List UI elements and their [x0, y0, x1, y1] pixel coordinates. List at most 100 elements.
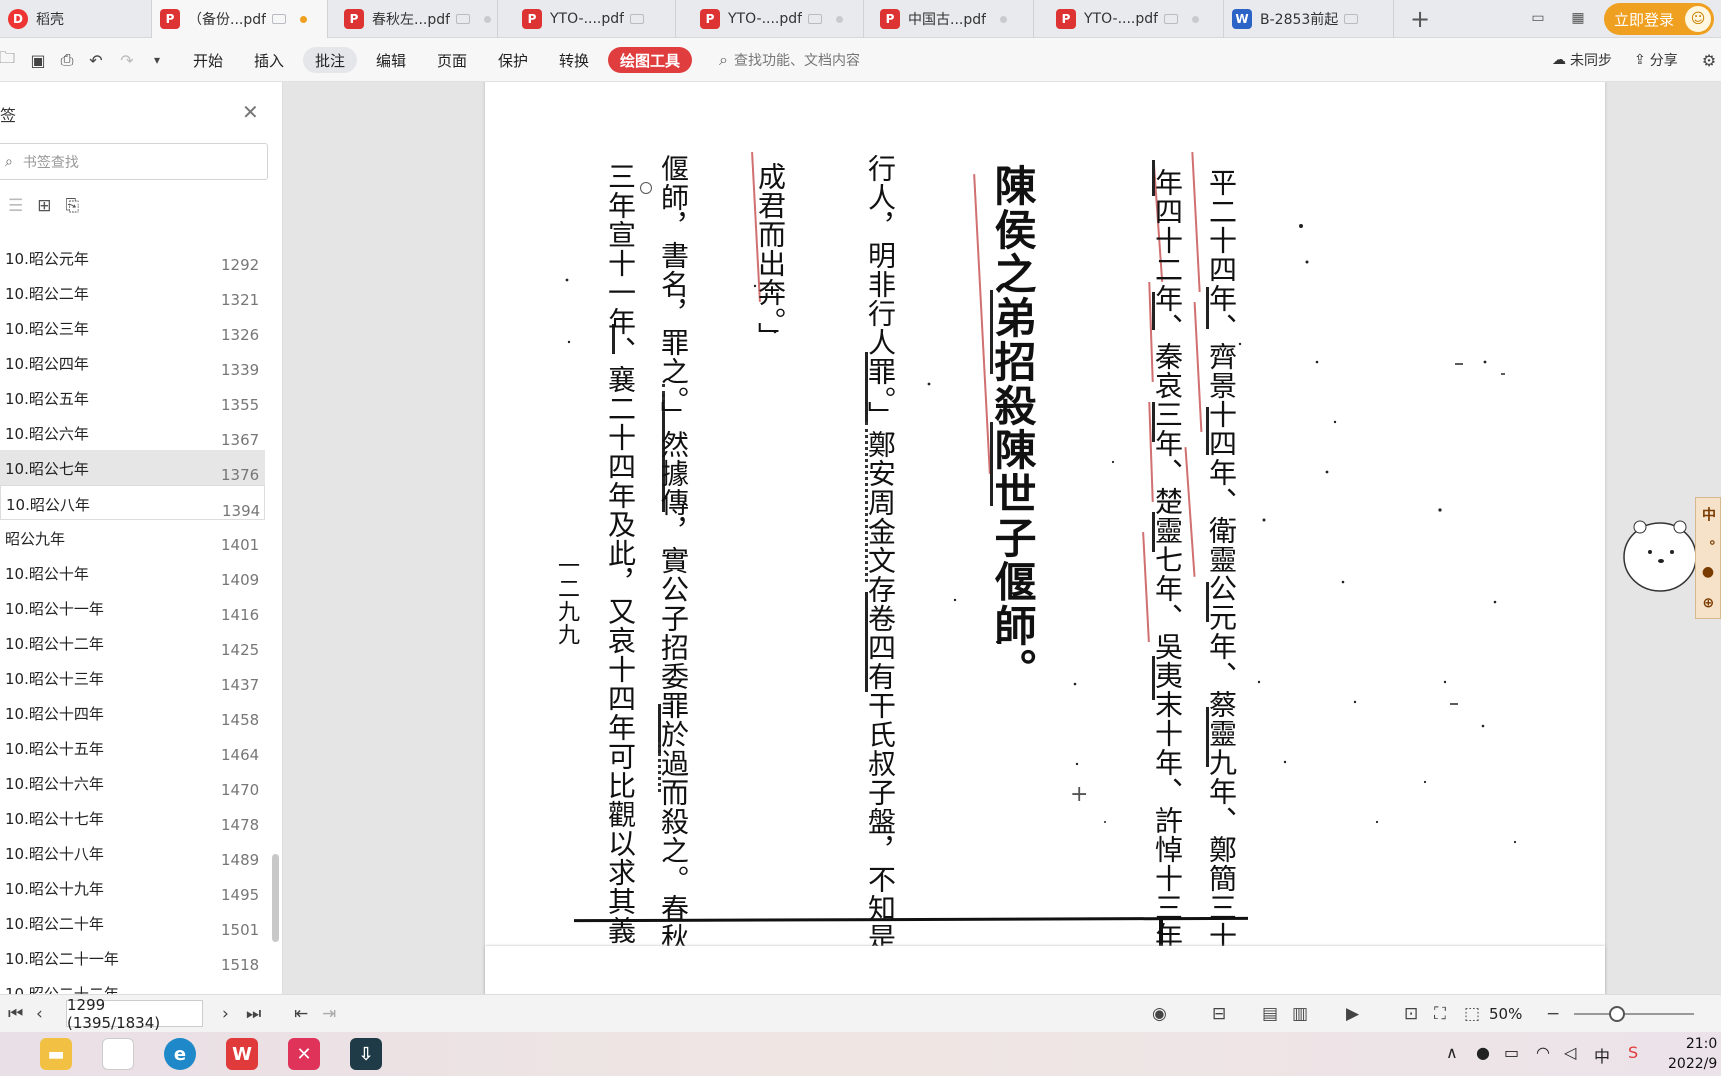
save-icon[interactable]: ▣ — [27, 49, 49, 71]
two-page-icon[interactable]: ▥ — [1292, 1004, 1308, 1024]
bookmark-item[interactable]: 10.昭公十八年 1489 — [0, 835, 265, 870]
tab-pdf[interactable]: P YTO-....pdf — [692, 0, 864, 38]
sync-status[interactable]: ☁ 未同步 — [1552, 47, 1612, 73]
bookmark-item[interactable]: 10.昭公十二年 1425 — [0, 625, 265, 660]
bookmark-item[interactable]: 10.昭公十三年 1437 — [0, 660, 265, 695]
ime-indicator[interactable]: 中 — [1594, 1043, 1610, 1067]
xmind-icon[interactable]: ✕ — [288, 1038, 320, 1070]
battery-icon[interactable]: ▭ — [1504, 1043, 1519, 1062]
tab-pdf[interactable]: P 中国古...pdf — [872, 0, 1034, 38]
zoom-level[interactable]: 50% — [1489, 1005, 1522, 1023]
bookmark-page-number: 1376 — [221, 466, 260, 484]
tab-docer[interactable]: D 稻壳 — [0, 0, 152, 38]
bookmark-item[interactable]: 10.昭公二十一年 1518 — [0, 940, 265, 975]
play-slideshow-icon[interactable]: ▶ — [1346, 1004, 1359, 1024]
continuous-scroll-icon[interactable]: ⊟ — [1212, 1004, 1226, 1024]
menu-page[interactable]: 页面 — [426, 47, 478, 73]
edge-browser-icon[interactable]: e — [164, 1038, 196, 1070]
bookmark-search-input[interactable]: ⌕ 书签查找 — [0, 143, 268, 180]
bookmark-item[interactable]: 10.昭公十四年 1458 — [0, 695, 265, 730]
actual-size-icon[interactable]: ⊡ — [1404, 1004, 1418, 1024]
scrollbar[interactable] — [272, 854, 279, 942]
menu-protect[interactable]: 保护 — [487, 47, 539, 73]
tab-pdf[interactable]: P 春秋左...pdf — [336, 0, 498, 38]
first-page-icon[interactable]: ⏮ — [8, 1004, 23, 1024]
assistant-mascot[interactable]: 中 ° ● ⊕ — [1620, 497, 1721, 619]
redo-icon[interactable]: ↷ — [116, 49, 138, 71]
bookmark-item[interactable]: 10.昭公十七年 1478 — [0, 800, 265, 835]
bookmark-item[interactable]: 10.昭公五年 1355 — [0, 380, 265, 415]
new-tab-button[interactable]: + — [1405, 4, 1435, 34]
tab-pdf[interactable]: P YTO-....pdf — [514, 0, 676, 38]
wps-icon[interactable]: W — [226, 1038, 258, 1070]
blank-document-icon[interactable] — [102, 1038, 134, 1070]
download-app-icon[interactable]: ⇩ — [350, 1038, 382, 1070]
bookmark-item[interactable]: 10.昭公八年 1394 — [0, 485, 265, 520]
document-viewer[interactable]: 平二十四年、齊景十四年、衛靈公元年、蔡靈九年、鄭簡三十二 年四十二年、秦哀三年、… — [283, 82, 1721, 994]
fit-page-icon[interactable]: ⛶ — [1434, 1004, 1446, 1024]
page-number-input[interactable]: 1299 (1395/1834) — [66, 996, 203, 1032]
forward-icon[interactable]: ⇥ — [322, 1004, 336, 1024]
menu-drawing-tools[interactable]: 绘图工具 — [608, 47, 692, 73]
zoom-slider[interactable] — [1574, 1013, 1694, 1015]
volume-icon[interactable]: ◁ — [1564, 1043, 1576, 1062]
collapse-bookmarks-icon[interactable]: ☰ — [8, 196, 23, 216]
bookmark-item[interactable]: 10.昭公十六年 1470 — [0, 765, 265, 800]
login-button[interactable]: 立即登录 ☺ — [1604, 3, 1714, 35]
close-icon[interactable]: ✕ — [242, 100, 259, 124]
print-icon[interactable]: ⎙ — [56, 49, 78, 71]
bookmark-item[interactable]: 10.昭公二十年 1501 — [0, 905, 265, 940]
bookmark-item[interactable]: 10.昭公十一年 1416 — [0, 590, 265, 625]
bookmark-item[interactable]: 昭公九年 1401 — [0, 520, 265, 555]
bookmark-item[interactable]: 10.昭公七年 1376 — [0, 450, 265, 485]
tablet-mode-icon[interactable]: ▭ — [1528, 8, 1548, 28]
menu-edit[interactable]: 编辑 — [365, 47, 417, 73]
grid-apps-icon[interactable]: ▦ — [1568, 8, 1588, 28]
open-folder-icon[interactable]: 🗀 — [0, 48, 18, 71]
bookmark-item[interactable]: 10.昭公二年 1321 — [0, 275, 265, 310]
fit-width-icon[interactable]: ⬚ — [1464, 1004, 1480, 1024]
bookmark-icon[interactable]: ⎘ — [66, 196, 80, 216]
back-icon[interactable]: ⇤ — [294, 1004, 308, 1024]
system-clock[interactable]: 21:0 2022/9 — [1668, 1034, 1717, 1074]
bookmark-item[interactable]: 10.昭公十五年 1464 — [0, 730, 265, 765]
tray-expand-icon[interactable]: ∧ — [1446, 1043, 1458, 1062]
zoom-slider-knob[interactable] — [1609, 1006, 1625, 1022]
next-page-icon[interactable]: › — [222, 1004, 229, 1024]
undo-icon[interactable]: ↶ — [85, 49, 107, 71]
tab-pdf[interactable]: P YTO-....pdf — [1048, 0, 1224, 38]
menu-annotate[interactable]: 批注 — [303, 47, 357, 73]
menu-convert[interactable]: 转换 — [548, 47, 600, 73]
close-dot-icon[interactable] — [484, 15, 492, 23]
bookmark-item[interactable]: 10.昭公十年 1409 — [0, 555, 265, 590]
bookmark-item[interactable]: 10.昭公四年 1339 — [0, 345, 265, 380]
annotation-anchor-icon[interactable] — [640, 182, 652, 194]
microphone-icon[interactable]: ● — [1476, 1043, 1490, 1062]
ime-status-tag[interactable]: 中 ° ● ⊕ — [1695, 497, 1721, 619]
bookmark-item[interactable]: 10.昭公元年 1292 — [0, 240, 265, 275]
feature-search[interactable]: ⌕ 查找功能、文档内容 — [719, 47, 860, 73]
add-bookmark-icon[interactable]: ⊞ — [37, 196, 51, 216]
tab-word[interactable]: W B-2853前起 — [1224, 0, 1394, 38]
close-dot-icon[interactable] — [1192, 15, 1200, 23]
sogou-input-icon[interactable]: S — [1628, 1043, 1638, 1062]
wifi-icon[interactable]: ◠ — [1536, 1043, 1550, 1062]
share-button[interactable]: ⇪ 分享 — [1634, 47, 1678, 73]
close-dot-icon[interactable] — [1000, 15, 1008, 23]
menu-insert[interactable]: 插入 — [243, 47, 295, 73]
bookmark-item[interactable]: 10.昭公三年 1326 — [0, 310, 265, 345]
settings-gear-icon[interactable]: ⚙ — [1698, 49, 1720, 71]
avatar-icon: ☺ — [1685, 6, 1711, 32]
close-dot-icon[interactable] — [836, 15, 844, 23]
file-explorer-icon[interactable]: ▬ — [40, 1038, 72, 1070]
single-page-icon[interactable]: ▤ — [1262, 1004, 1278, 1024]
bookmark-item[interactable]: 10.昭公六年 1367 — [0, 415, 265, 450]
eye-protection-icon[interactable]: ◉ — [1152, 1004, 1167, 1024]
zoom-out-icon[interactable]: − — [1546, 1004, 1560, 1024]
more-chevron-icon[interactable]: ▾ — [146, 49, 168, 71]
prev-page-icon[interactable]: ‹ — [36, 1004, 43, 1024]
last-page-icon[interactable]: ⏭ — [246, 1004, 261, 1024]
menu-start[interactable]: 开始 — [182, 47, 234, 73]
tab-active-pdf[interactable]: P （备份...pdf — [152, 0, 328, 38]
bookmark-item[interactable]: 10.昭公十九年 1495 — [0, 870, 265, 905]
